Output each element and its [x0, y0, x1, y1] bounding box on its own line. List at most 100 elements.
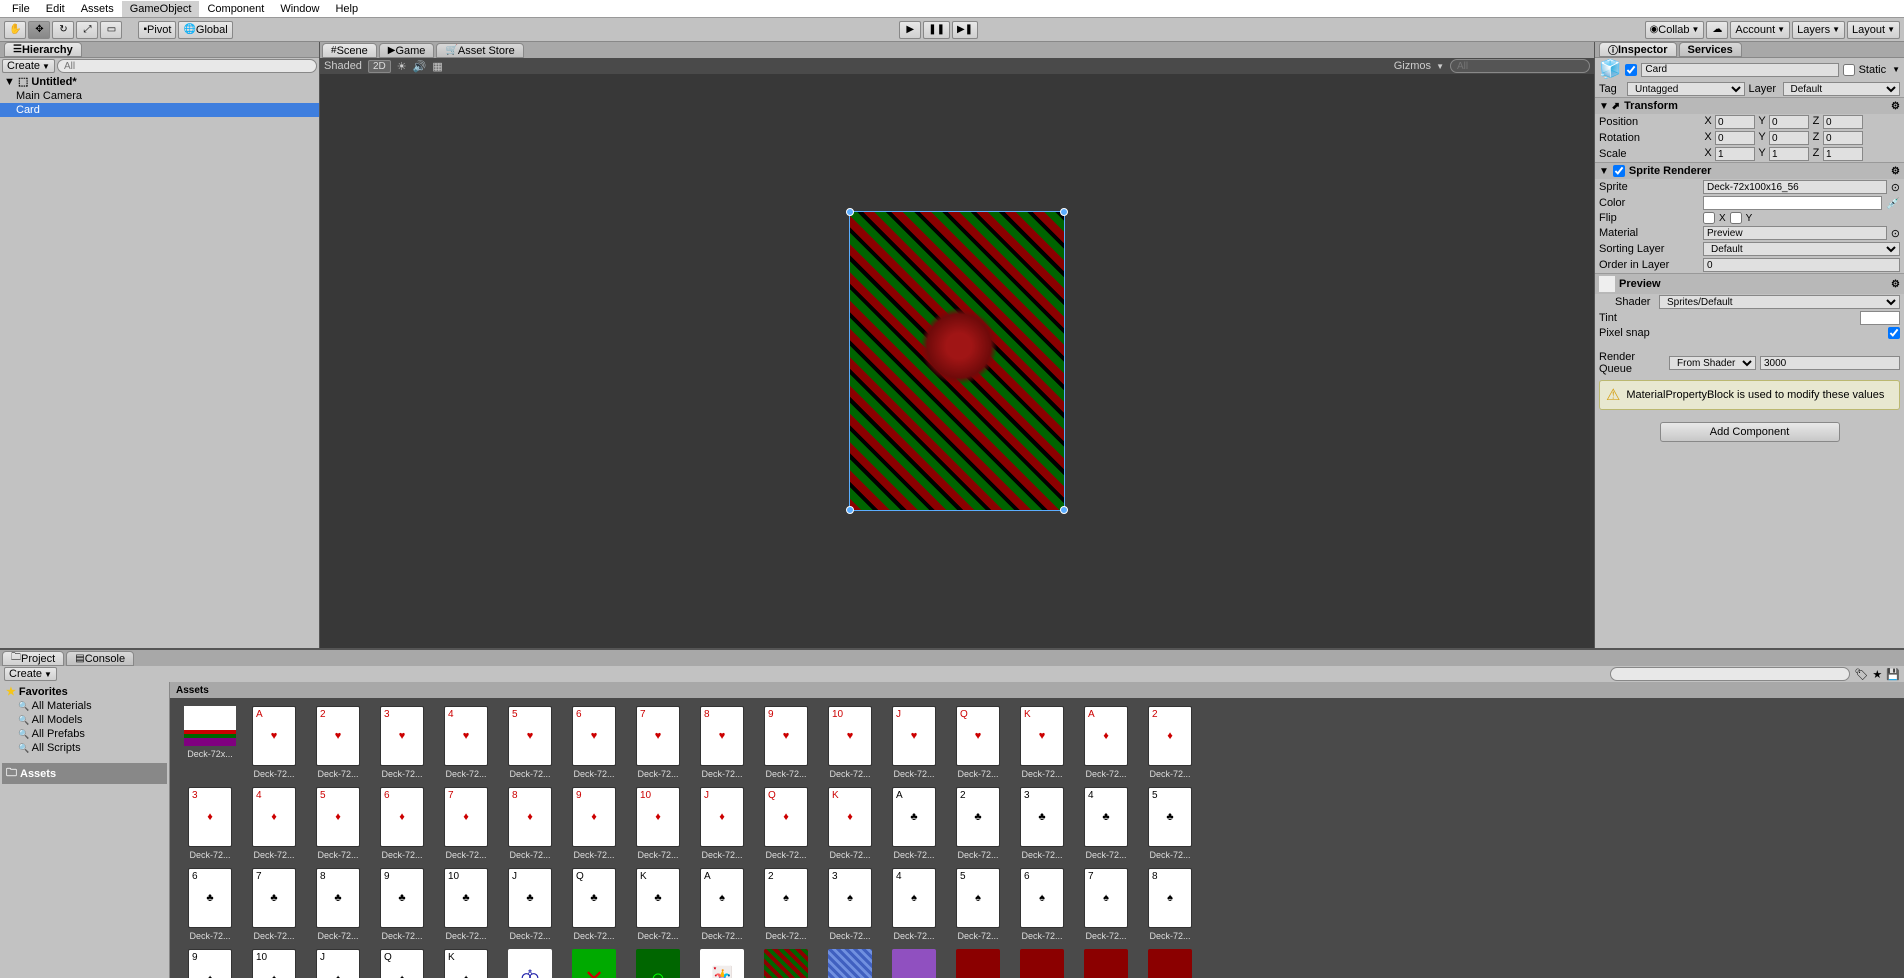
asset-item[interactable]: 4♣Deck-72... — [1080, 787, 1132, 860]
asset-item[interactable]: 7♣Deck-72... — [248, 868, 300, 941]
rect-tool[interactable]: ▭ — [100, 21, 122, 39]
hierarchy-search[interactable] — [57, 59, 317, 73]
add-component-button[interactable]: Add Component — [1660, 422, 1840, 442]
menu-assets[interactable]: Assets — [73, 1, 122, 17]
asset-item[interactable]: 3♠Deck-72... — [824, 868, 876, 941]
gizmos-dropdown[interactable]: Gizmos ▼ — [1394, 60, 1444, 72]
scene-viewport[interactable] — [320, 74, 1594, 648]
pos-z[interactable] — [1823, 115, 1863, 129]
asset-item[interactable]: J♦Deck-72... — [696, 787, 748, 860]
fx-toggle[interactable]: ▦ — [432, 60, 442, 73]
account-dropdown[interactable]: Account ▼ — [1730, 21, 1790, 39]
hierarchy-create[interactable]: Create ▼ — [2, 59, 55, 73]
sorting-dropdown[interactable]: Default — [1703, 242, 1900, 256]
render-queue-dropdown[interactable]: From Shader — [1669, 356, 1756, 370]
global-toggle[interactable]: 🌐 Global — [178, 21, 232, 39]
asset-item[interactable]: Q♦Deck-72... — [760, 787, 812, 860]
layers-dropdown[interactable]: Layers ▼ — [1792, 21, 1845, 39]
asset-item[interactable]: A♣Deck-72... — [888, 787, 940, 860]
pos-y[interactable] — [1769, 115, 1809, 129]
scene-tab[interactable]: # Scene — [322, 43, 377, 58]
asset-item[interactable]: ✕ — [568, 949, 620, 978]
project-tab[interactable]: 🗀 Project — [2, 651, 64, 666]
pixel-snap-checkbox[interactable] — [1888, 327, 1900, 339]
asset-item[interactable]: J♣Deck-72... — [504, 868, 556, 941]
scl-y[interactable] — [1769, 147, 1809, 161]
asset-item[interactable]: 5♣Deck-72... — [1144, 787, 1196, 860]
asset-item[interactable]: 2♦Deck-72... — [1144, 706, 1196, 779]
asset-item[interactable] — [888, 949, 940, 978]
asset-item[interactable]: 5♠Deck-72... — [952, 868, 1004, 941]
asset-item[interactable]: 7♥Deck-72... — [632, 706, 684, 779]
asset-item[interactable] — [952, 949, 1004, 978]
hand-tool[interactable]: ✋ — [4, 21, 26, 39]
render-queue-value[interactable] — [1760, 356, 1900, 370]
scene-search[interactable] — [1450, 59, 1590, 73]
game-tab[interactable]: ▶ Game — [379, 43, 435, 58]
services-tab[interactable]: Services — [1679, 42, 1742, 57]
preview-header[interactable]: Preview — [1595, 273, 1904, 294]
asset-item[interactable]: J♥Deck-72... — [888, 706, 940, 779]
assets-section[interactable]: 🗀 Assets — [2, 763, 167, 784]
gear-icon[interactable] — [1891, 278, 1900, 290]
asset-item[interactable]: 6♠Deck-72... — [1016, 868, 1068, 941]
scene-root[interactable]: ▼ ⬚ Untitled* — [0, 74, 319, 89]
pause-button[interactable]: ❚❚ — [923, 21, 950, 39]
asset-item[interactable]: K♥Deck-72... — [1016, 706, 1068, 779]
asset-item[interactable]: 2♠Deck-72... — [760, 868, 812, 941]
tag-dropdown[interactable]: Untagged — [1627, 82, 1745, 96]
sprite-field[interactable] — [1703, 180, 1887, 194]
inspector-tab[interactable]: ⓘ Inspector — [1599, 42, 1677, 57]
favorite-item[interactable]: 🔍 All Scripts — [2, 741, 167, 755]
layer-dropdown[interactable]: Default — [1783, 82, 1901, 96]
gameobject-name[interactable] — [1641, 63, 1838, 77]
asset-item[interactable] — [1144, 949, 1196, 978]
favorites-section[interactable]: ★Favorites — [2, 684, 167, 699]
light-toggle[interactable]: ☀ — [397, 60, 407, 73]
menu-gameobject[interactable]: GameObject — [122, 1, 200, 17]
asset-item[interactable]: 6♦Deck-72... — [376, 787, 428, 860]
asset-item[interactable] — [760, 949, 812, 978]
rot-x[interactable] — [1715, 131, 1755, 145]
asset-item[interactable]: 3♥Deck-72... — [376, 706, 428, 779]
asset-item[interactable]: 2♥Deck-72... — [312, 706, 364, 779]
favorite-item[interactable]: 🔍 All Models — [2, 713, 167, 727]
scl-x[interactable] — [1715, 147, 1755, 161]
asset-item[interactable]: ♔ — [504, 949, 556, 978]
asset-item[interactable]: 10♥Deck-72... — [824, 706, 876, 779]
console-tab[interactable]: ▤ Console — [66, 651, 134, 666]
asset-item[interactable]: 6♣Deck-72... — [184, 868, 236, 941]
shader-dropdown[interactable]: Sprites/Default — [1659, 295, 1900, 309]
filter-icon[interactable]: 🏷 — [1854, 668, 1868, 681]
selected-sprite[interactable] — [849, 211, 1065, 511]
rotate-tool[interactable]: ↻ — [52, 21, 74, 39]
audio-toggle[interactable]: 🔊 — [413, 60, 427, 73]
order-field[interactable] — [1703, 258, 1900, 272]
asset-item[interactable]: 5♥Deck-72... — [504, 706, 556, 779]
play-button[interactable]: ▶ — [899, 21, 921, 39]
tint-field[interactable] — [1860, 311, 1900, 325]
asset-item[interactable]: 9♠Deck-72... — [184, 949, 236, 978]
asset-item[interactable]: 10♠Deck-72... — [248, 949, 300, 978]
favorite-item[interactable]: 🔍 All Prefabs — [2, 727, 167, 741]
picker-icon[interactable]: ⊙ — [1891, 181, 1900, 194]
2d-toggle[interactable]: 2D — [368, 60, 391, 73]
project-create[interactable]: Create ▼ — [4, 667, 57, 681]
asset-item[interactable]: A♥Deck-72... — [248, 706, 300, 779]
flip-x[interactable] — [1703, 212, 1715, 224]
asset-item[interactable]: 9♦Deck-72... — [568, 787, 620, 860]
asset-item[interactable]: A♦Deck-72... — [1080, 706, 1132, 779]
step-button[interactable]: ▶❚ — [952, 21, 978, 39]
hierarchy-item[interactable]: Card — [0, 103, 319, 117]
gameobject-active[interactable] — [1625, 64, 1637, 76]
asset-item[interactable]: 9♣Deck-72... — [376, 868, 428, 941]
move-tool[interactable]: ✥ — [28, 21, 50, 39]
asset-item[interactable]: Deck-72x... — [184, 706, 236, 779]
asset-item[interactable]: 7♠Deck-72... — [1080, 868, 1132, 941]
rot-z[interactable] — [1823, 131, 1863, 145]
material-field[interactable] — [1703, 226, 1887, 240]
pos-x[interactable] — [1715, 115, 1755, 129]
asset-item[interactable]: 6♥Deck-72... — [568, 706, 620, 779]
menu-component[interactable]: Component — [199, 1, 272, 17]
hierarchy-tab[interactable]: ☰ Hierarchy — [4, 42, 82, 57]
